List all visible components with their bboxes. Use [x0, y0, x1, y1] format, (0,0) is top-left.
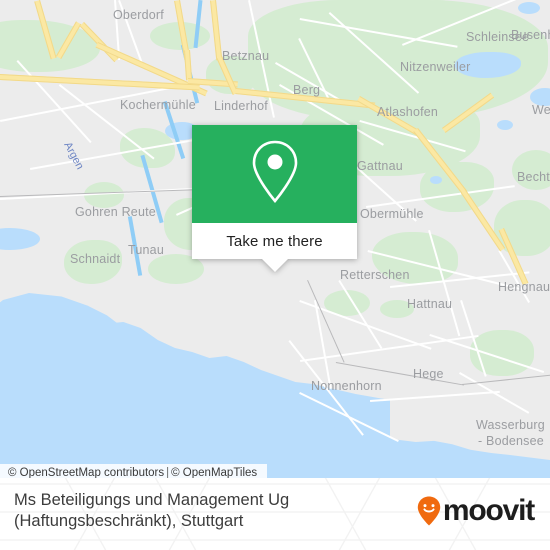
map-place-label: Nonnenhorn [311, 379, 382, 393]
map-place-label: Atlashofen [377, 105, 439, 119]
map-screenshot: OberdorfBetznauBergSchleinseeBusenhaNitz… [0, 0, 550, 550]
forest-area [402, 0, 472, 30]
map-place-label: Hege [413, 367, 444, 381]
take-me-there-button[interactable]: Take me there [192, 223, 357, 259]
callout-pointer [262, 259, 288, 272]
map-place-label: Tunau [128, 243, 164, 257]
take-me-there-label: Take me there [226, 232, 323, 250]
map-place-label: Obermühle [360, 207, 424, 221]
map-place-label: Kochermühle [120, 98, 196, 112]
map-place-label: Schnaidt [70, 252, 121, 266]
destination-callout[interactable]: Take me there [192, 125, 357, 272]
attribution-osm[interactable]: © OpenStreetMap contributors [8, 467, 164, 478]
attribution-separator: | [166, 467, 170, 478]
map-place-label: Wet [532, 103, 550, 117]
map-canvas[interactable]: OberdorfBetznauBergSchleinseeBusenhaNitz… [0, 0, 550, 478]
footer-bar: Ms Beteiligungs und Management Ug (Haftu… [0, 478, 550, 550]
attribution-tiles[interactable]: © OpenMapTiles [171, 467, 257, 478]
small-lake [430, 176, 442, 184]
map-place-label: Bechte [517, 170, 550, 184]
map-place-label: Gohren Reute [75, 205, 156, 219]
map-pin-icon [248, 139, 302, 210]
map-place-label: Hengnau [498, 280, 550, 294]
map-place-label: - Bodensee [478, 434, 544, 448]
small-lake [497, 120, 513, 130]
moovit-logo[interactable]: moovit [417, 494, 535, 527]
map-place-label: Wasserburg [476, 418, 545, 432]
map-place-label: Gattnau [357, 159, 403, 173]
map-place-label: Linderhof [214, 99, 268, 113]
callout-image-panel [192, 125, 357, 223]
map-place-label: Berg [293, 83, 321, 97]
map-place-label: Nitzenweiler [400, 60, 471, 74]
moovit-pin-icon [417, 496, 441, 526]
small-lake [518, 2, 540, 14]
map-place-label: Oberdorf [113, 8, 164, 22]
forest-area [470, 330, 534, 376]
map-place-label: Betznau [222, 49, 270, 63]
place-title: Ms Beteiligungs und Management Ug (Haftu… [14, 490, 344, 532]
place-title-line1: Ms Beteiligungs und Management Ug [14, 491, 290, 509]
moovit-wordmark: moovit [442, 494, 535, 527]
place-title-line2: (Haftungsbeschränkt), Stuttgart [14, 512, 244, 530]
map-place-label: Retterschen [340, 268, 410, 282]
map-attribution: © OpenStreetMap contributors | © OpenMapTi… [0, 464, 268, 478]
map-place-label: Busenha [511, 28, 550, 42]
map-place-label: Hattnau [407, 297, 453, 311]
